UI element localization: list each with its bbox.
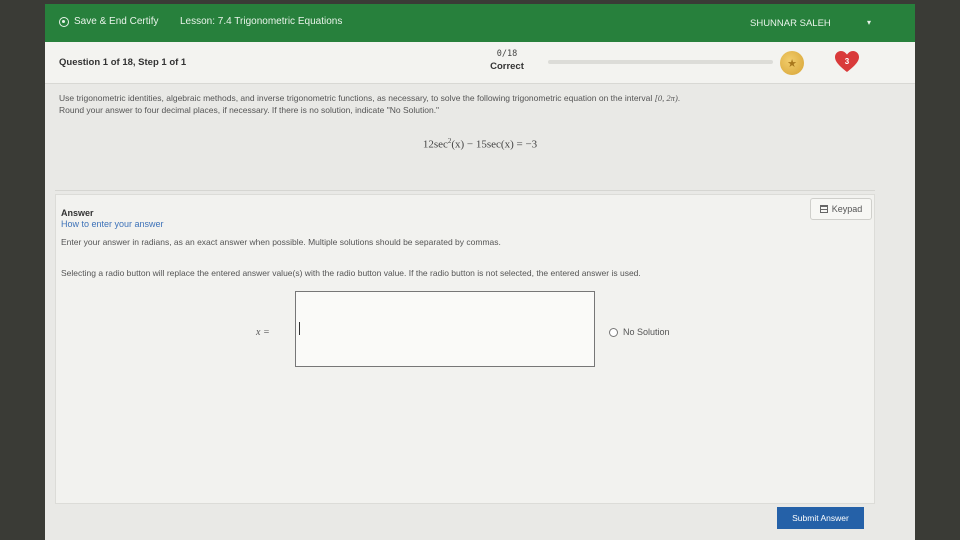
save-and-end-label: Save & End Certify (74, 16, 159, 27)
score-counter: 0/18 (496, 49, 518, 59)
keypad-button[interactable]: Keypad (810, 198, 872, 220)
question-prompt: Use trigonometric identities, algebraic … (59, 92, 879, 116)
hearts-count: 3 (844, 56, 850, 66)
no-solution-radio[interactable] (609, 327, 618, 337)
equation: 12sec2(x) − 15sec(x) = −3 (45, 137, 915, 151)
how-to-enter-link[interactable]: How to enter your answer (61, 219, 164, 229)
answer-instructions: Enter your answer in radians, as an exac… (61, 237, 501, 247)
question-text-end: . (677, 93, 681, 103)
question-text: Use trigonometric identities, algebraic … (59, 93, 655, 103)
lesson-title: Lesson: 7.4 Trigonometric Equations (180, 16, 343, 27)
answer-input[interactable] (295, 291, 595, 367)
heart-icon: 3 (834, 50, 860, 74)
answer-panel: Answer How to enter your answer Enter yo… (55, 194, 875, 504)
x-equals-label: x = (256, 327, 270, 338)
radio-button-note: Selecting a radio button will replace th… (61, 268, 641, 278)
save-and-end-button[interactable]: Save & End Certify (59, 16, 158, 27)
text-cursor (299, 322, 300, 335)
keypad-label: Keypad (831, 204, 863, 214)
save-circle-icon (59, 16, 69, 27)
app-window: Save & End Certify Lesson: 7.4 Trigonome… (45, 4, 915, 540)
equation-left: 12sec (422, 138, 448, 151)
interval: [0, 2π) (654, 93, 678, 103)
top-header-bar: Save & End Certify Lesson: 7.4 Trigonome… (45, 4, 915, 42)
question-number: Question 1 of 18, Step 1 of 1 (59, 57, 187, 68)
question-line-2: Round your answer to four decimal places… (59, 105, 440, 115)
submit-answer-button[interactable]: Submit Answer (777, 507, 864, 529)
no-solution-option[interactable]: No Solution (609, 327, 670, 337)
result-status: Correct (490, 61, 524, 72)
star-icon: ★ (787, 57, 797, 70)
answer-title: Answer (61, 208, 94, 218)
coin-icon[interactable]: ★ (780, 51, 804, 75)
no-solution-label: No Solution (623, 327, 670, 337)
keypad-icon (819, 205, 828, 213)
question-status-bar: Question 1 of 18, Step 1 of 1 0/18 Corre… (45, 42, 915, 84)
question-line-1: Use trigonometric identities, algebraic … (59, 92, 879, 104)
equation-right: (x) − 15sec(x) = −3 (451, 138, 538, 151)
chevron-down-icon[interactable]: ▾ (867, 18, 871, 27)
section-divider (55, 190, 875, 191)
user-name-menu[interactable]: SHUNNAR SALEH (750, 18, 831, 29)
progress-bar (548, 60, 773, 64)
